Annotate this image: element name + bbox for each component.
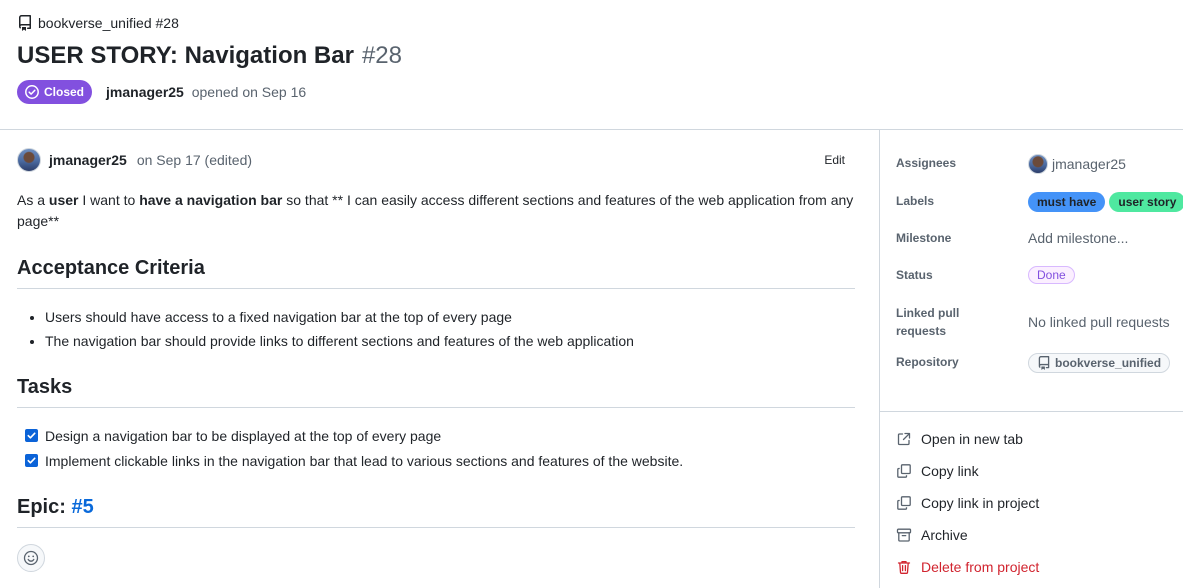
issue-title-row: USER STORY: Navigation Bar #28: [17, 42, 402, 70]
milestone-label: Milestone: [896, 231, 952, 245]
comment-header: jmanager25 on Sep 17 (edited) Edit: [17, 148, 855, 172]
open-in-new-tab-label: Open in new tab: [921, 431, 1023, 447]
repository-value[interactable]: bookverse_unified: [1028, 353, 1171, 373]
copy-icon: [897, 496, 911, 510]
task-checkbox[interactable]: [25, 429, 38, 442]
issue-header: bookverse_unified #28 USER STORY: Naviga…: [0, 0, 1183, 130]
status-value[interactable]: Done: [1028, 266, 1075, 284]
intro-text: As a: [17, 192, 49, 208]
repository-badge[interactable]: bookverse_unified: [1028, 353, 1171, 373]
issue-body-panel: jmanager25 on Sep 17 (edited) Edit As a …: [0, 130, 880, 588]
task-checkbox[interactable]: [25, 454, 38, 467]
intro-text: I want to: [78, 192, 140, 208]
task-label: Implement clickable links in the navigat…: [45, 452, 684, 469]
opened-info: jmanager25 opened on Sep 16: [106, 84, 306, 100]
labels-value[interactable]: must have user story: [1028, 192, 1183, 212]
issue-meta: Closed jmanager25 opened on Sep 16: [17, 80, 306, 104]
comment-author-link[interactable]: jmanager25: [49, 152, 127, 168]
issue-title: USER STORY: Navigation Bar: [17, 42, 354, 69]
opened-date: opened on Sep 16: [191, 84, 307, 100]
archive-label: Archive: [921, 527, 968, 543]
linked-pull-requests-field[interactable]: Linked pull requests No linked pull requ…: [896, 304, 1183, 340]
acceptance-criteria-heading: Acceptance Criteria: [17, 257, 855, 289]
avatar[interactable]: [17, 148, 41, 172]
copy-icon: [897, 464, 911, 478]
avatar: [1028, 154, 1048, 174]
checkmark-icon: [27, 432, 36, 439]
copy-link-label: Copy link: [921, 463, 979, 479]
checkmark-icon: [27, 457, 36, 464]
state-label: Closed: [44, 85, 85, 99]
labels-field[interactable]: Labels must have user story: [896, 192, 1183, 212]
task-label: Design a navigation bar to be displayed …: [45, 427, 442, 444]
issue-author-link[interactable]: jmanager25: [106, 84, 184, 100]
epic-link[interactable]: #5: [71, 496, 93, 518]
label-user-story[interactable]: user story: [1109, 192, 1183, 212]
intro-bold-role: user: [48, 192, 79, 208]
repository-label: Repository: [896, 355, 959, 369]
smiley-icon: [23, 550, 39, 566]
sidebar-divider: [880, 411, 1183, 412]
assignees-label: Assignees: [896, 156, 957, 170]
external-link-icon: [897, 432, 911, 446]
epic-heading: Epic: #5: [17, 496, 855, 528]
status-badge[interactable]: Done: [1028, 266, 1075, 284]
task-item: Design a navigation bar to be displayed …: [25, 423, 683, 448]
tasks-heading: Tasks: [17, 376, 855, 408]
open-in-new-tab-button[interactable]: Open in new tab: [896, 423, 1039, 455]
milestone-field[interactable]: Milestone Add milestone...: [896, 229, 1183, 247]
acceptance-list: Users should have access to a fixed navi…: [45, 305, 634, 353]
repository-name: bookverse_unified: [1055, 356, 1162, 370]
copy-link-button[interactable]: Copy link: [896, 455, 1039, 487]
epic-label: Epic:: [17, 496, 66, 518]
comment-date[interactable]: on Sep 17 (edited): [137, 152, 252, 168]
story-statement: As a user I want to have a navigation ba…: [17, 190, 857, 232]
label-must-have[interactable]: must have: [1028, 192, 1106, 212]
repository-field[interactable]: Repository bookverse_unified: [896, 353, 1183, 373]
intro-bold-goal: have a navigation bar: [139, 192, 283, 208]
archive-button[interactable]: Archive: [896, 519, 1039, 551]
status-field[interactable]: Status Done: [896, 266, 1183, 284]
trash-icon: [897, 560, 911, 574]
repo-reference-text: bookverse_unified #28: [38, 15, 179, 31]
labels-label: Labels: [896, 194, 935, 208]
check-circle-icon: [25, 85, 39, 99]
linked-pull-requests-value[interactable]: No linked pull requests: [1028, 304, 1170, 340]
repo-icon: [18, 15, 31, 31]
list-item: The navigation bar should provide links …: [45, 329, 634, 353]
status-label: Status: [896, 268, 933, 282]
sidebar-actions: Open in new tab Copy link Copy link in p…: [896, 423, 1039, 583]
issue-sidebar: Assignees jmanager25 Labels must have us…: [880, 130, 1183, 588]
copy-link-in-project-label: Copy link in project: [921, 495, 1040, 511]
assignees-value[interactable]: jmanager25: [1028, 154, 1126, 174]
task-item: Implement clickable links in the navigat…: [25, 448, 683, 473]
assignee-name: jmanager25: [1052, 156, 1126, 172]
closed-state-badge: Closed: [17, 80, 93, 104]
copy-link-in-project-button[interactable]: Copy link in project: [896, 487, 1039, 519]
assignees-field[interactable]: Assignees jmanager25: [896, 154, 1183, 174]
add-reaction-button[interactable]: [17, 544, 45, 572]
milestone-value[interactable]: Add milestone...: [1028, 229, 1128, 247]
delete-from-project-label: Delete from project: [921, 559, 1040, 575]
repo-icon: [1038, 356, 1050, 370]
issue-number: #28: [361, 42, 402, 69]
repo-reference[interactable]: bookverse_unified #28: [17, 15, 179, 31]
archive-icon: [896, 528, 912, 542]
list-item: Users should have access to a fixed navi…: [45, 305, 634, 329]
task-list: Design a navigation bar to be displayed …: [25, 423, 683, 473]
edit-button[interactable]: Edit: [814, 151, 855, 169]
delete-from-project-button[interactable]: Delete from project: [896, 551, 1039, 583]
linked-pull-requests-label: Linked pull requests: [896, 306, 960, 338]
